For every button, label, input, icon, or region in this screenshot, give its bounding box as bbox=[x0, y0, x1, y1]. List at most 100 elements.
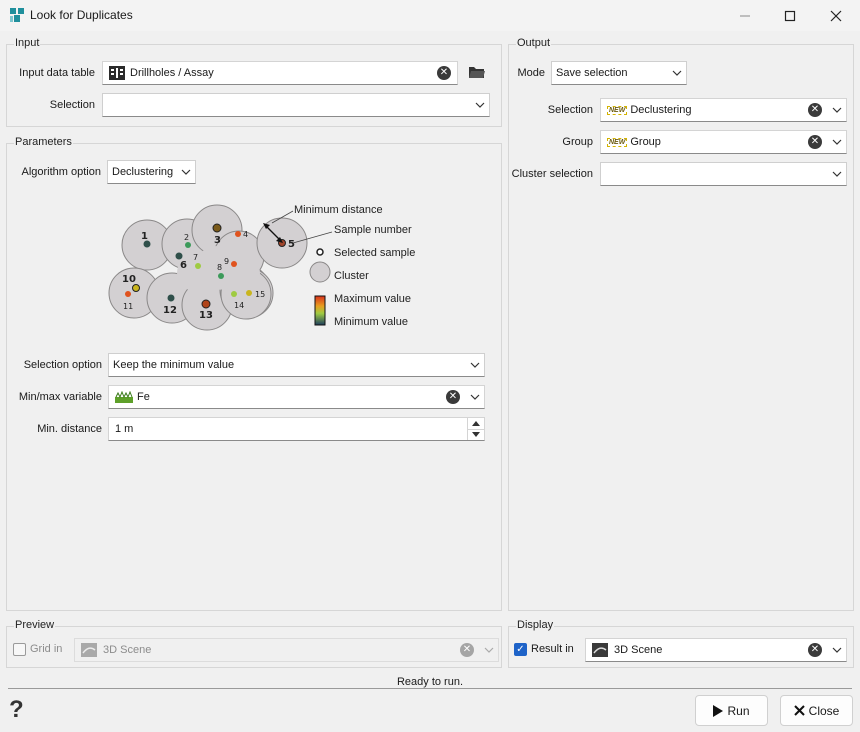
color-scale-legend bbox=[314, 295, 326, 326]
selection-option-label: Selection option bbox=[23, 359, 102, 371]
spin-down-button[interactable] bbox=[468, 430, 484, 441]
legend-selected-sample: Selected sample bbox=[334, 247, 415, 259]
min-distance-label: Min. distance bbox=[37, 423, 102, 435]
selected-sample-legend-icon bbox=[316, 248, 324, 256]
input-data-table-value: Drillholes / Assay bbox=[130, 67, 214, 79]
table-icon bbox=[109, 66, 125, 80]
mode-combo[interactable]: Save selection bbox=[551, 61, 687, 85]
output-group-label: Group bbox=[562, 136, 593, 148]
sample-number-15: 15 bbox=[255, 290, 265, 299]
legend-sample-number: Sample number bbox=[334, 224, 412, 236]
declustering-diagram: 1 2 3 4 5 6 7 8 9 10 11 12 13 14 15 Mini… bbox=[108, 204, 415, 331]
legend-max-value: Maximum value bbox=[334, 293, 411, 305]
grid-in-label: Grid in bbox=[30, 643, 63, 655]
cluster-legend-icon bbox=[309, 261, 331, 283]
preview-group-title: Preview bbox=[14, 619, 56, 631]
input-group-title: Input bbox=[14, 37, 41, 49]
run-button-label: Run bbox=[727, 703, 750, 718]
minmax-variable-label: Min/max variable bbox=[18, 391, 102, 403]
minmax-variable-field[interactable]: Fe ✕ bbox=[108, 385, 485, 409]
new-icon: NEW bbox=[607, 105, 628, 115]
output-group-title: Output bbox=[516, 37, 552, 49]
chevron-down-icon[interactable] bbox=[828, 647, 846, 653]
min-distance-value: 1 m bbox=[115, 423, 134, 435]
chevron-down-icon[interactable] bbox=[466, 394, 484, 400]
min-distance-spinbox[interactable]: 1 m bbox=[108, 417, 485, 441]
chevron-down-icon[interactable] bbox=[828, 139, 846, 145]
display-scene-value: 3D Scene bbox=[614, 644, 663, 656]
selection-option-combo[interactable]: Keep the minimum value bbox=[108, 353, 485, 377]
maximize-button[interactable] bbox=[767, 0, 813, 31]
sample-number-14: 14 bbox=[234, 301, 244, 310]
play-icon bbox=[713, 704, 724, 717]
chevron-down-icon bbox=[177, 169, 195, 175]
mode-label: Mode bbox=[517, 67, 545, 79]
selection-option-value: Keep the minimum value bbox=[113, 359, 235, 371]
clear-selection-icon[interactable]: ✕ bbox=[808, 103, 822, 117]
minmax-variable-value: Fe bbox=[137, 391, 150, 403]
result-in-checkbox[interactable]: ✓ bbox=[514, 643, 527, 656]
input-data-table-field[interactable]: Drillholes / Assay ✕ bbox=[102, 61, 458, 85]
help-button[interactable]: ? bbox=[9, 696, 31, 723]
cluster-selection-combo[interactable] bbox=[600, 162, 847, 186]
result-in-label: Result in bbox=[531, 643, 574, 655]
window-title: Look for Duplicates bbox=[30, 8, 133, 22]
spin-up-button[interactable] bbox=[468, 418, 484, 430]
preview-scene-value: 3D Scene bbox=[103, 644, 152, 656]
app-icon bbox=[10, 8, 24, 22]
legend-cluster: Cluster bbox=[334, 270, 369, 282]
grid-in-checkbox[interactable] bbox=[13, 643, 26, 656]
clear-preview-scene-icon: ✕ bbox=[460, 643, 474, 657]
variable-icon bbox=[115, 391, 133, 403]
sample-number-11: 11 bbox=[123, 302, 133, 311]
input-selection-label: Selection bbox=[49, 99, 95, 111]
sample-number-4: 4 bbox=[243, 230, 248, 239]
display-group-title: Display bbox=[516, 619, 555, 631]
close-button-label: Close bbox=[808, 703, 840, 718]
close-window-button[interactable] bbox=[813, 0, 859, 31]
clear-group-icon[interactable]: ✕ bbox=[808, 135, 822, 149]
legend-min-distance: Minimum distance bbox=[294, 204, 383, 216]
chevron-down-icon[interactable] bbox=[828, 107, 846, 113]
mode-value: Save selection bbox=[556, 67, 628, 79]
clear-display-scene-icon[interactable]: ✕ bbox=[808, 643, 822, 657]
browse-folder-button[interactable] bbox=[468, 64, 488, 82]
3d-scene-icon bbox=[592, 643, 608, 657]
algorithm-option-combo[interactable]: Declustering bbox=[107, 160, 196, 184]
chevron-down-icon bbox=[828, 171, 846, 177]
minimize-button[interactable] bbox=[722, 0, 768, 31]
minimize-icon bbox=[740, 15, 750, 16]
close-icon bbox=[793, 705, 805, 716]
maximize-icon bbox=[784, 10, 796, 21]
sample-number-3: 3 bbox=[214, 235, 221, 246]
legend-min-value: Minimum value bbox=[334, 316, 408, 328]
sample-number-10: 10 bbox=[122, 274, 136, 285]
folder-icon bbox=[469, 67, 485, 78]
sample-number-5: 5 bbox=[288, 239, 295, 250]
sample-number-13: 13 bbox=[199, 310, 213, 321]
3d-scene-icon bbox=[81, 643, 97, 657]
cluster-selection-label: Cluster selection bbox=[511, 168, 593, 180]
status-text: Ready to run. bbox=[396, 676, 464, 688]
sample-number-12: 12 bbox=[163, 305, 177, 316]
output-group-value: Group bbox=[630, 136, 661, 148]
output-group-field[interactable]: NEW Group ✕ bbox=[600, 130, 847, 154]
display-scene-field[interactable]: 3D Scene ✕ bbox=[585, 638, 847, 662]
parameters-group-title: Parameters bbox=[14, 136, 73, 148]
close-button[interactable]: Close bbox=[780, 695, 853, 726]
algorithm-option-value: Declustering bbox=[112, 166, 174, 178]
chevron-down-icon bbox=[471, 102, 489, 108]
output-selection-value: Declustering bbox=[630, 104, 692, 116]
clear-variable-icon[interactable]: ✕ bbox=[446, 390, 460, 404]
input-selection-combo[interactable] bbox=[102, 93, 490, 117]
run-button[interactable]: Run bbox=[695, 695, 768, 726]
new-icon: NEW bbox=[607, 137, 628, 147]
algorithm-option-label: Algorithm option bbox=[21, 166, 102, 178]
sample-number-9: 9 bbox=[224, 257, 229, 266]
sample-number-2: 2 bbox=[184, 233, 189, 242]
preview-scene-field[interactable]: 3D Scene ✕ bbox=[74, 638, 499, 662]
input-data-table-label: Input data table bbox=[19, 67, 95, 79]
output-selection-field[interactable]: NEW Declustering ✕ bbox=[600, 98, 847, 122]
clear-input-table-icon[interactable]: ✕ bbox=[437, 66, 451, 80]
chevron-down-icon bbox=[466, 362, 484, 368]
